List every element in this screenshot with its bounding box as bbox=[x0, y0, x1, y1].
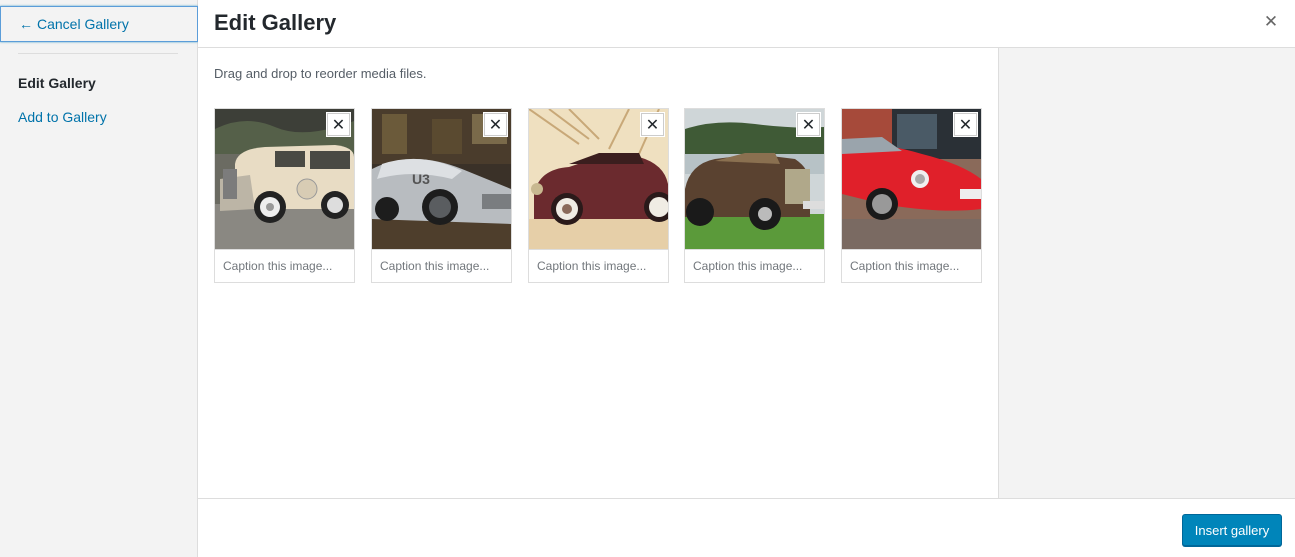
svg-text:U3: U3 bbox=[412, 171, 430, 187]
sidebar-item-add-to-gallery[interactable]: Add to Gallery bbox=[18, 109, 107, 125]
caption-input[interactable] bbox=[842, 249, 981, 282]
close-icon[interactable]: ✕ bbox=[1261, 12, 1281, 32]
sidebar-item-edit-gallery[interactable]: Edit Gallery bbox=[18, 75, 96, 91]
remove-image-button[interactable]: ✕ bbox=[327, 113, 350, 136]
frame-toolbar: Insert gallery bbox=[198, 498, 1295, 557]
remove-image-button[interactable]: ✕ bbox=[484, 113, 507, 136]
insert-gallery-button[interactable]: Insert gallery bbox=[1182, 514, 1282, 546]
gallery-settings-panel bbox=[999, 48, 1295, 498]
caption-input[interactable] bbox=[372, 249, 511, 282]
arrow-left-icon: ← bbox=[19, 16, 33, 32]
remove-image-button[interactable]: ✕ bbox=[954, 113, 977, 136]
cancel-gallery-link[interactable]: ← Cancel Gallery bbox=[0, 6, 198, 42]
gallery-item[interactable]: ✕ bbox=[841, 108, 982, 283]
instructions-text: Drag and drop to reorder media files. bbox=[214, 66, 427, 81]
menu-sidebar: ← Cancel Gallery Edit Gallery Add to Gal… bbox=[0, 0, 198, 557]
sidebar-separator bbox=[18, 53, 178, 54]
caption-input[interactable] bbox=[215, 249, 354, 282]
caption-input[interactable] bbox=[685, 249, 824, 282]
remove-image-button[interactable]: ✕ bbox=[797, 113, 820, 136]
cancel-gallery-label: Cancel Gallery bbox=[37, 16, 129, 32]
frame-title-bar: Edit Gallery ✕ bbox=[198, 0, 1295, 48]
gallery-content: Drag and drop to reorder media files. ✕ … bbox=[198, 48, 999, 498]
remove-image-button[interactable]: ✕ bbox=[641, 113, 664, 136]
gallery-item[interactable]: ✕ bbox=[684, 108, 825, 283]
gallery-item[interactable]: U3 ✕ bbox=[371, 108, 512, 283]
gallery-item[interactable]: ✕ bbox=[528, 108, 669, 283]
page-title: Edit Gallery bbox=[214, 10, 337, 35]
caption-input[interactable] bbox=[529, 249, 668, 282]
gallery-item[interactable]: ✕ bbox=[214, 108, 355, 283]
